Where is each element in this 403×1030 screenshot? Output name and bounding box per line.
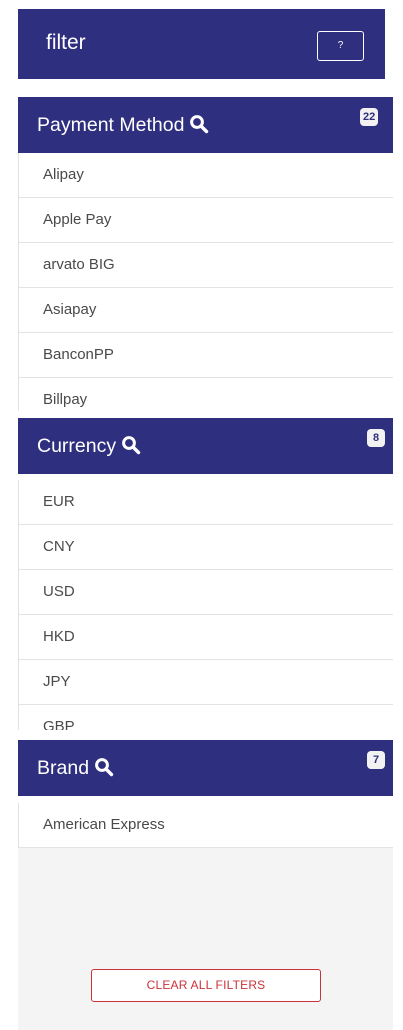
brand-options[interactable]: American Express [18,803,393,848]
option-cny[interactable]: CNY [19,525,393,570]
option-hkd[interactable]: HKD [19,615,393,660]
filter-header: filter ? [18,9,385,79]
brand-title: Brand [37,756,114,780]
brand-label: Brand [37,757,90,779]
option-apple-pay[interactable]: Apple Pay [19,198,393,243]
clear-all-filters-button[interactable]: CLEAR ALL FILTERS [91,969,321,1002]
payment-method-label: Payment Method [37,114,185,136]
payment-method-options[interactable]: Alipay Apple Pay arvato BIG Asiapay Banc… [18,153,393,411]
option-american-express[interactable]: American Express [19,803,393,848]
currency-title: Currency [37,434,141,458]
search-icon[interactable] [94,757,114,777]
option-alipay[interactable]: Alipay [19,153,393,198]
search-icon[interactable] [189,114,209,134]
option-asiapay[interactable]: Asiapay [19,288,393,333]
option-banconpp[interactable]: BanconPP [19,333,393,378]
option-jpy[interactable]: JPY [19,660,393,705]
currency-header[interactable]: Currency 8 [18,418,393,474]
option-usd[interactable]: USD [19,570,393,615]
payment-method-title: Payment Method [37,113,209,137]
help-button[interactable]: ? [317,31,364,61]
option-arvato-big[interactable]: arvato BIG [19,243,393,288]
currency-label: Currency [37,435,117,457]
brand-count-badge: 7 [367,751,385,769]
option-billpay[interactable]: Billpay [19,378,393,411]
currency-options[interactable]: EUR CNY USD HKD JPY GBP [18,480,393,730]
option-eur[interactable]: EUR [19,480,393,525]
search-icon[interactable] [121,435,141,455]
filter-panel: filter ? Payment Method 22 Alipay Apple … [0,0,403,1030]
payment-method-header[interactable]: Payment Method 22 [18,97,393,153]
filter-footer [18,848,393,1030]
brand-header[interactable]: Brand 7 [18,740,393,796]
payment-method-count-badge: 22 [360,108,379,126]
currency-count-badge: 8 [367,429,385,447]
option-gbp[interactable]: GBP [19,705,393,730]
filter-title: filter [46,31,86,54]
